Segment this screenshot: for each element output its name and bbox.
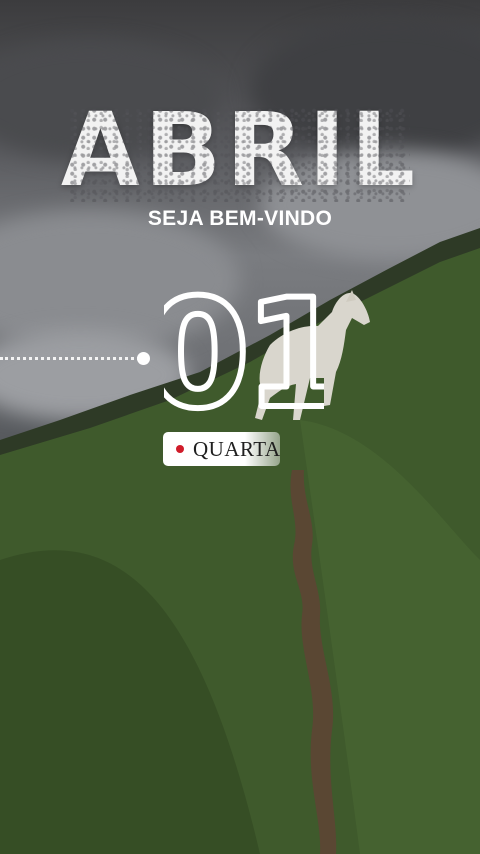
red-dot-icon (176, 445, 184, 453)
day-number: 01 (164, 288, 324, 428)
weekday-badge: QUARTA (163, 432, 280, 466)
timeline-dot (137, 352, 150, 365)
month-title: ABRIL (60, 91, 420, 210)
weekday-label: QUARTA (193, 436, 280, 461)
story-screen: ABRIL SEJA BEM-VINDO 01 QUARTA (0, 0, 480, 854)
welcome-subtitle: SEJA BEM-VINDO (147, 207, 333, 230)
dotted-timeline (0, 357, 140, 360)
day-number-outline: 01 (164, 288, 324, 428)
